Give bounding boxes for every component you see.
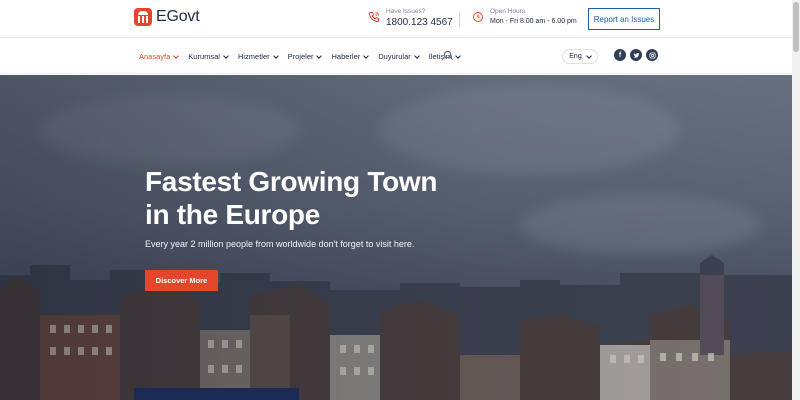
hero-overlay — [0, 75, 792, 400]
nav-item-label: Haberler — [331, 52, 361, 61]
hero-banner: Fastest Growing Town in the Europe Every… — [0, 75, 792, 400]
nav-item-duyurular[interactable]: Duyurular — [378, 52, 420, 61]
language-selector[interactable]: Eng — [562, 49, 598, 64]
chevron-down-icon — [585, 52, 592, 59]
brand-name: EGovt — [156, 8, 200, 25]
phone-number[interactable]: 1800.123 4567 — [386, 16, 453, 29]
government-building-icon — [134, 8, 152, 26]
hero-subtitle: Every year 2 million people from worldwi… — [145, 239, 415, 249]
nav-item-label: Projeler — [287, 52, 314, 61]
nav-item-label: Anasayfa — [139, 52, 171, 61]
chevron-down-icon — [173, 52, 180, 59]
social-links: f — [614, 49, 658, 61]
chevron-down-icon — [223, 52, 229, 59]
hero-title-line2: in the Europe — [145, 199, 320, 230]
nav-item-label: Hizmetler — [237, 52, 270, 61]
page-scrollbar[interactable] — [792, 0, 800, 400]
chevron-down-icon — [413, 52, 420, 59]
clock-icon — [473, 12, 483, 22]
nav-item-label: Duyurular — [378, 52, 411, 61]
facebook-icon[interactable]: f — [614, 49, 626, 61]
scrollbar-thumb[interactable] — [793, 2, 799, 52]
nav-item-hizmetler[interactable]: Hizmetler — [237, 52, 279, 61]
chevron-down-icon — [272, 52, 279, 59]
hero-bottom-panel — [134, 388, 299, 400]
logo[interactable]: EGovt — [134, 8, 200, 26]
phone-label: Have Issues? — [386, 8, 426, 15]
contact-divider — [459, 11, 460, 27]
nav-item-kurumsal[interactable]: Kurumsal — [188, 52, 229, 61]
search-icon[interactable] — [443, 50, 454, 61]
nav-item-anasayfa[interactable]: Anasayfa — [139, 52, 180, 61]
phone-icon — [368, 12, 379, 23]
main-nav: Anasayfa Kurumsal Hizmetler Projeler Hab… — [0, 38, 792, 74]
hours-label: Open Hours — [490, 8, 526, 15]
chevron-down-icon — [363, 52, 370, 59]
report-issue-button[interactable]: Report an Issues — [588, 8, 660, 30]
hours-value: Mon - Fri 8.00 am - 6.00 pm — [490, 18, 577, 25]
nav-item-haberler[interactable]: Haberler — [331, 52, 370, 61]
contact-phone: Have Issues? 1800.123 4567 — [368, 8, 453, 29]
contact-hours: Open Hours Mon - Fri 8.00 am - 6.00 pm — [472, 8, 577, 27]
nav-item-label: Kurumsal — [188, 52, 220, 61]
twitter-icon[interactable] — [630, 49, 642, 61]
nav-menu: Anasayfa Kurumsal Hizmetler Projeler Hab… — [139, 52, 461, 61]
discover-more-button[interactable]: Discover More — [145, 270, 218, 291]
hero-title-line1: Fastest Growing Town — [145, 166, 438, 197]
hero-title: Fastest Growing Town in the Europe — [145, 165, 465, 231]
top-bar: EGovt Have Issues? 1800.123 4567 Open Ho… — [0, 0, 792, 38]
chevron-down-icon — [455, 52, 461, 59]
language-value: Eng — [569, 53, 582, 60]
instagram-icon[interactable] — [646, 49, 658, 61]
chevron-down-icon — [316, 52, 323, 59]
nav-item-projeler[interactable]: Projeler — [287, 52, 323, 61]
